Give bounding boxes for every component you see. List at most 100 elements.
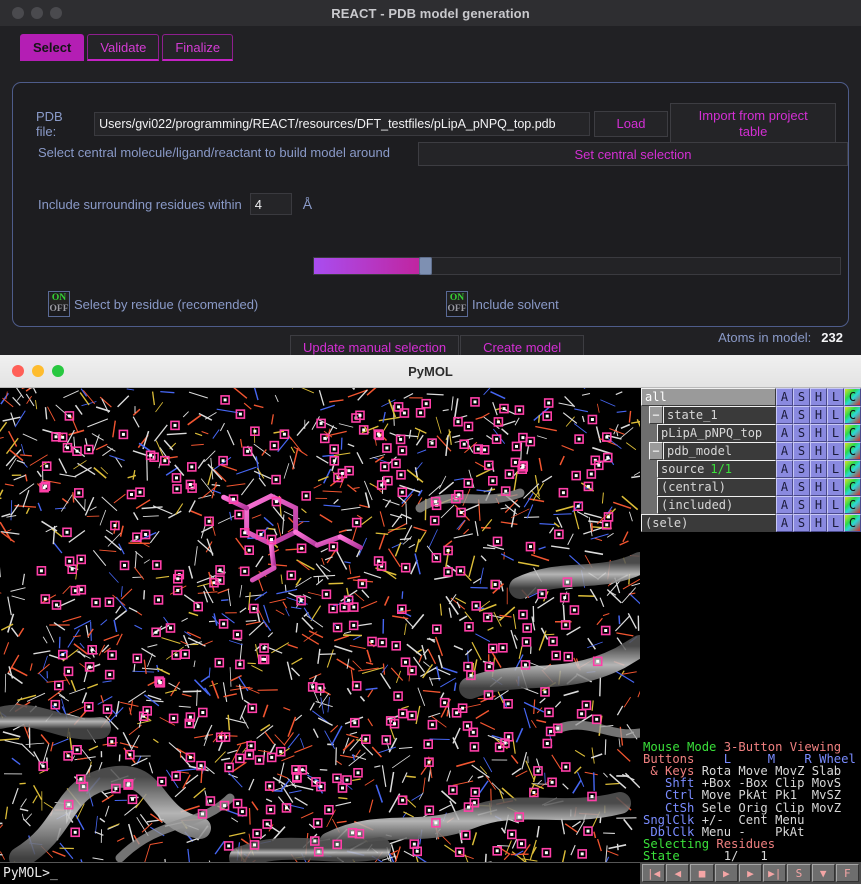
object-button-a[interactable]: A [776, 478, 793, 496]
close-icon[interactable] [12, 7, 24, 19]
object-button-l[interactable]: L [827, 388, 844, 406]
tab-bar: Select Validate Finalize [20, 34, 234, 61]
slider-fill [314, 258, 419, 274]
object-name[interactable]: pLipA_pNPQ_top [657, 424, 776, 442]
object-name-text: source [661, 462, 705, 476]
collapse-icon[interactable]: − [649, 442, 663, 460]
object-button-s[interactable]: S [793, 388, 810, 406]
object-name[interactable]: (sele) [641, 514, 776, 532]
object-button-c[interactable]: C [844, 496, 861, 514]
fullscreen-button[interactable]: F [835, 864, 859, 882]
object-name-text: all [645, 390, 667, 404]
object-row[interactable]: (included) A S H L C [641, 496, 861, 514]
object-button-s[interactable]: S [793, 406, 810, 424]
step-forward-button[interactable]: ▶ [738, 864, 763, 882]
play-button[interactable]: ▶ [714, 864, 738, 882]
pymol-window-controls[interactable] [12, 365, 64, 377]
object-button-l[interactable]: L [827, 478, 844, 496]
surrounding-distance-slider[interactable] [313, 257, 841, 275]
select-by-residue-toggle[interactable]: ON OFF [48, 291, 70, 317]
object-button-a[interactable]: A [776, 514, 793, 532]
object-name[interactable]: pdb_model [663, 442, 776, 460]
import-from-project-table-button[interactable]: Import from project table [670, 103, 836, 145]
object-button-l[interactable]: L [827, 460, 844, 478]
object-button-l[interactable]: L [827, 496, 844, 514]
object-button-a[interactable]: A [776, 388, 793, 406]
object-button-a[interactable]: A [776, 496, 793, 514]
object-button-h[interactable]: H [810, 406, 827, 424]
react-window-controls[interactable] [12, 7, 62, 19]
object-button-h[interactable]: H [810, 442, 827, 460]
object-button-c[interactable]: C [844, 388, 861, 406]
object-name[interactable]: (included) [657, 496, 776, 514]
object-button-h[interactable]: H [810, 424, 827, 442]
object-button-c[interactable]: C [844, 424, 861, 442]
object-button-c[interactable]: C [844, 478, 861, 496]
object-row[interactable]: pLipA_pNPQ_top A S H L C [641, 424, 861, 442]
load-button[interactable]: Load [593, 111, 669, 137]
object-button-h[interactable]: H [810, 496, 827, 514]
cartoon-helix [0, 704, 111, 740]
collapse-icon[interactable]: − [649, 406, 663, 424]
forward-to-end-button[interactable]: ▶| [763, 864, 787, 882]
bond-line [4, 673, 7, 693]
slider-handle[interactable] [419, 257, 432, 275]
object-button-c[interactable]: C [844, 406, 861, 424]
bond-line [593, 772, 595, 791]
tab-finalize[interactable]: Finalize [162, 34, 234, 61]
maximize-icon[interactable] [50, 7, 62, 19]
set-central-selection-button[interactable]: Set central selection [418, 142, 848, 166]
object-button-l[interactable]: L [827, 406, 844, 424]
object-indent [641, 406, 649, 424]
object-button-l[interactable]: L [827, 424, 844, 442]
object-button-l[interactable]: L [827, 514, 844, 532]
rewind-to-start-button[interactable]: |◀ [642, 864, 666, 882]
bond-line [553, 513, 572, 516]
object-button-c[interactable]: C [844, 514, 861, 532]
object-row[interactable]: − pdb_model A S H L C [641, 442, 861, 460]
object-button-h[interactable]: H [810, 388, 827, 406]
object-button-h[interactable]: H [810, 514, 827, 532]
pdb-file-input[interactable] [94, 112, 590, 136]
object-name[interactable]: (central) [657, 478, 776, 496]
object-button-s[interactable]: S [793, 514, 810, 532]
object-button-a[interactable]: A [776, 406, 793, 424]
bond-line [72, 492, 75, 503]
settings-button[interactable]: S [787, 864, 811, 882]
object-row[interactable]: (sele) A S H L C [641, 514, 861, 532]
object-button-a[interactable]: A [776, 442, 793, 460]
object-button-s[interactable]: S [793, 460, 810, 478]
tab-select[interactable]: Select [20, 34, 85, 61]
object-name[interactable]: state_1 [663, 406, 776, 424]
object-button-h[interactable]: H [810, 478, 827, 496]
select-by-residue-row: ON OFF Select by residue (recomended) [48, 291, 258, 317]
object-button-c[interactable]: C [844, 460, 861, 478]
object-button-c[interactable]: C [844, 442, 861, 460]
molecular-viewport[interactable] [0, 388, 640, 884]
maximize-icon[interactable] [52, 365, 64, 377]
object-row[interactable]: − state_1 A S H L C [641, 406, 861, 424]
object-button-s[interactable]: S [793, 478, 810, 496]
surrounding-distance-input[interactable] [249, 193, 292, 215]
close-icon[interactable] [12, 365, 24, 377]
object-button-s[interactable]: S [793, 496, 810, 514]
select-by-residue-label: Select by residue (recomended) [74, 296, 259, 312]
object-button-h[interactable]: H [810, 460, 827, 478]
object-button-a[interactable]: A [776, 424, 793, 442]
object-button-s[interactable]: S [793, 424, 810, 442]
menu-down-button[interactable]: ▼ [811, 864, 835, 882]
object-row[interactable]: source 1/1 A S H L C [641, 460, 861, 478]
minimize-icon[interactable] [31, 7, 43, 19]
tab-validate[interactable]: Validate [87, 34, 160, 61]
object-button-l[interactable]: L [827, 442, 844, 460]
object-button-a[interactable]: A [776, 460, 793, 478]
step-back-button[interactable]: ◀ [666, 864, 690, 882]
include-solvent-toggle[interactable]: ON OFF [446, 291, 468, 317]
minimize-icon[interactable] [32, 365, 44, 377]
stop-button[interactable]: ■ [690, 864, 714, 882]
object-row[interactable]: (central) A S H L C [641, 478, 861, 496]
object-button-s[interactable]: S [793, 442, 810, 460]
object-name[interactable]: all [641, 388, 776, 406]
object-row[interactable]: all A S H L C [641, 388, 861, 406]
object-name[interactable]: source 1/1 [657, 460, 776, 478]
